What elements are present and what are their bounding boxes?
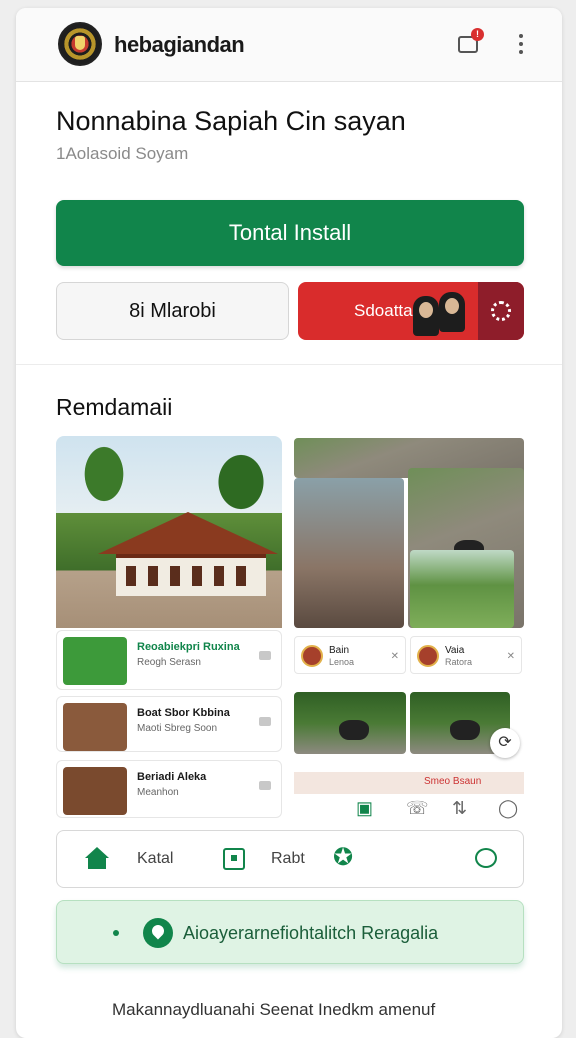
list-item-subtitle: Maoti Sbreg Soon bbox=[137, 723, 218, 734]
list-item-subtitle: Reogh Serasn bbox=[137, 657, 201, 668]
home-icon[interactable] bbox=[85, 847, 109, 869]
page-title: Nonnabina Sapiah Cin sayan bbox=[56, 106, 406, 136]
chat-icon[interactable] bbox=[259, 717, 271, 726]
list-thumbnail bbox=[63, 703, 127, 751]
list-item-subtitle: Meanhon bbox=[137, 787, 179, 798]
bottom-navigation: Katal Rabt ✪ bbox=[56, 830, 524, 888]
person-figure bbox=[413, 296, 439, 336]
red-button-label: Sdoattar bbox=[354, 301, 419, 320]
app-name: hebagiandan bbox=[114, 32, 245, 57]
chat-bubble-icon[interactable] bbox=[475, 848, 497, 868]
chat-icon[interactable] bbox=[259, 781, 271, 790]
notification-bell-icon[interactable]: ! bbox=[456, 28, 484, 56]
media-tile[interactable] bbox=[294, 692, 406, 754]
share-icon[interactable]: ⇅ bbox=[452, 798, 467, 819]
top-bar: hebagiandan ! bbox=[16, 8, 562, 82]
section-divider bbox=[16, 364, 562, 365]
avatar bbox=[417, 645, 439, 667]
palm-tree bbox=[74, 446, 134, 516]
phone-icon[interactable]: ☏ bbox=[406, 798, 429, 819]
more-options-icon[interactable] bbox=[514, 32, 528, 56]
media-card-subtitle: Ratora bbox=[445, 657, 473, 667]
list-item-title: Boat Sbor Kbbina bbox=[137, 707, 230, 719]
chat-icon[interactable] bbox=[259, 651, 271, 660]
house-roof bbox=[98, 512, 278, 554]
secondary-button[interactable]: 8i Mlarobi bbox=[56, 282, 289, 340]
refresh-icon[interactable]: ⟳ bbox=[490, 728, 520, 758]
red-action-button[interactable]: Sdoattar bbox=[298, 282, 524, 340]
media-banner-label: Smeo Bsaun bbox=[424, 776, 482, 787]
close-icon[interactable]: ✕ bbox=[391, 651, 399, 662]
bullet-dot bbox=[113, 930, 119, 936]
settings-button[interactable] bbox=[478, 282, 524, 340]
media-tile[interactable] bbox=[410, 550, 514, 628]
promo-text: Aioayerarnefiohtalitch Reragalia bbox=[183, 923, 439, 943]
comment-icon[interactable]: ◯ bbox=[498, 798, 518, 819]
section-title: Remdamaii bbox=[56, 394, 173, 420]
media-card-title: Vaia bbox=[445, 645, 465, 656]
list-item[interactable]: Beriadi Aleka Meanhon bbox=[56, 760, 282, 818]
list-thumbnail bbox=[63, 767, 127, 815]
nav-label-rabt[interactable]: Rabt bbox=[271, 850, 305, 868]
list-item[interactable]: Boat Sbor Kbbina Maoti Sbreg Soon bbox=[56, 696, 282, 752]
location-pin-icon bbox=[143, 918, 173, 948]
gear-icon bbox=[491, 301, 511, 321]
list-item[interactable]: Reoabiekpri Ruxina Reogh Serasn bbox=[56, 630, 282, 690]
kebab-dot bbox=[519, 42, 523, 46]
list-thumbnail bbox=[63, 637, 127, 685]
people-thumbnail bbox=[413, 292, 473, 340]
grid-icon[interactable] bbox=[223, 848, 245, 870]
page-subtitle: 1Aolasoid Soyam bbox=[56, 144, 189, 163]
app-frame: hebagiandan ! Nonnabina Sapiah Cin sayan… bbox=[16, 8, 562, 1038]
media-card-subtitle: Lenoa bbox=[329, 657, 355, 667]
promo-banner[interactable]: Aioayerarnefiohtalitch Reragalia bbox=[56, 900, 524, 964]
close-icon[interactable]: ✕ bbox=[507, 651, 515, 662]
media-banner[interactable]: Smeo Bsaun bbox=[294, 772, 524, 794]
app-logo bbox=[58, 22, 102, 66]
nav-label-catalog[interactable]: Katal bbox=[137, 850, 173, 868]
media-action-row: ▣ ☏ ⇅ ◯ bbox=[342, 798, 522, 822]
list-item-title: Reoabiekpri Ruxina bbox=[137, 641, 240, 653]
notification-badge: ! bbox=[471, 28, 484, 41]
hero-image[interactable] bbox=[56, 436, 282, 628]
home-icon-body bbox=[88, 857, 106, 869]
kebab-dot bbox=[519, 34, 523, 38]
avatar bbox=[301, 645, 323, 667]
footer-text: Makannaydluanahi Seenat Inedkm amenuf bbox=[112, 1000, 436, 1019]
install-button[interactable]: Tontal Install bbox=[56, 200, 524, 266]
badge-icon[interactable]: ✪ bbox=[333, 845, 353, 871]
house-body bbox=[116, 554, 266, 596]
kebab-dot bbox=[519, 50, 523, 54]
person-figure bbox=[439, 292, 465, 332]
gallery-icon[interactable]: ▣ bbox=[356, 798, 373, 819]
list-item-title: Beriadi Aleka bbox=[137, 771, 207, 783]
media-card-title: Bain bbox=[329, 645, 350, 656]
media-card[interactable]: Bain Lenoa ✕ bbox=[294, 636, 406, 674]
media-tile[interactable] bbox=[294, 478, 404, 628]
media-grid: Bain Lenoa ✕ Vaia Ratora ✕ ⟳ Smeo Bsaun … bbox=[294, 438, 524, 828]
media-card[interactable]: Vaia Ratora ✕ bbox=[410, 636, 522, 674]
